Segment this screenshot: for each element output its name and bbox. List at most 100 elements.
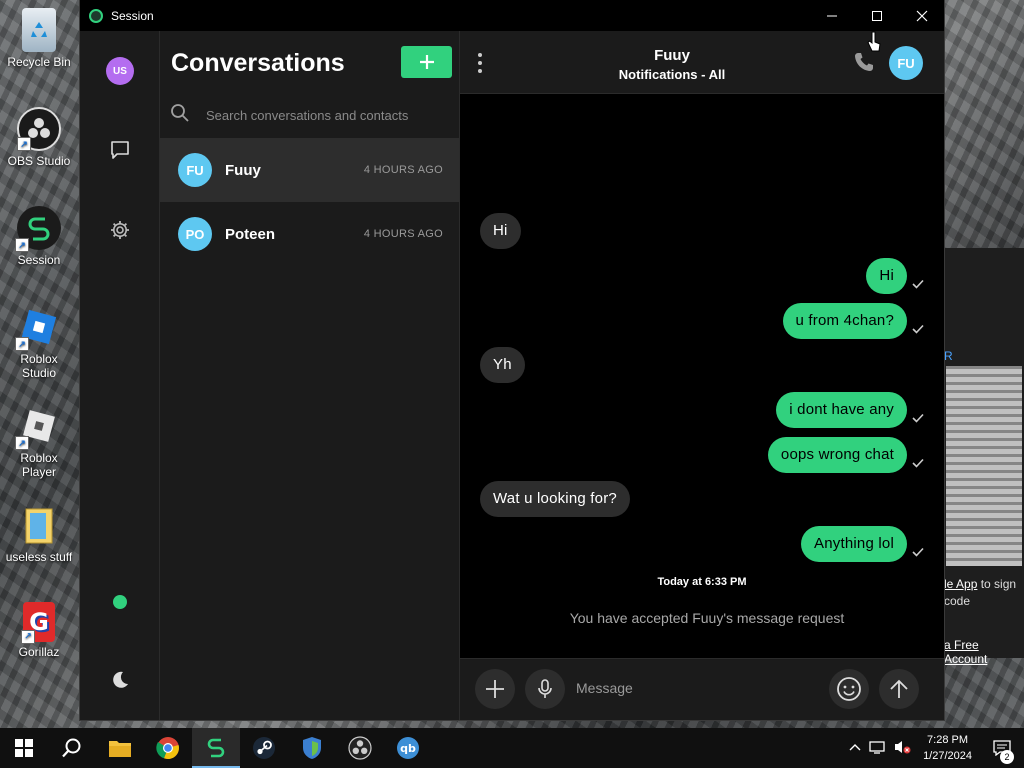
desktop-icon-label: Session bbox=[17, 253, 61, 267]
plus-icon bbox=[419, 55, 434, 69]
taskbar-search-button[interactable] bbox=[48, 728, 96, 768]
taskbar-steam[interactable] bbox=[240, 728, 288, 768]
message-bubble-outgoing[interactable]: i dont have any bbox=[776, 392, 907, 428]
steam-icon bbox=[253, 737, 275, 759]
session-app-icon bbox=[89, 8, 103, 23]
window-titlebar[interactable]: Session bbox=[80, 0, 944, 31]
clock-time: 7:28 PM bbox=[927, 734, 969, 746]
background-qr-code bbox=[946, 366, 1022, 566]
qbittorrent-icon: qb bbox=[397, 737, 419, 759]
desktop-icon-recycle-bin[interactable]: Recycle Bin bbox=[2, 8, 76, 69]
start-button[interactable] bbox=[0, 728, 48, 768]
left-navigation-rail: US bbox=[80, 31, 160, 720]
conversation-item-poteen[interactable]: PO Poteen 4 HOURS AGO bbox=[160, 202, 459, 266]
conversation-timestamp: 4 HOURS AGO bbox=[363, 228, 443, 240]
folder-icon bbox=[17, 503, 61, 547]
arrow-up-icon bbox=[890, 679, 908, 698]
maximize-icon bbox=[871, 10, 882, 21]
shield-icon bbox=[303, 737, 321, 759]
conversation-name: Fuuy bbox=[225, 161, 261, 179]
shortcut-arrow-icon: ↗ bbox=[15, 337, 29, 351]
notification-setting[interactable]: Notifications - All bbox=[460, 67, 884, 82]
desktop-icon-roblox-studio[interactable]: ↗ Roblox Studio bbox=[2, 305, 76, 380]
search-icon bbox=[170, 103, 192, 128]
search-icon bbox=[62, 738, 81, 758]
contact-avatar[interactable]: FU bbox=[889, 46, 923, 80]
taskbar-vpn[interactable] bbox=[288, 728, 336, 768]
emoji-icon bbox=[837, 677, 861, 701]
chat-title: Fuuy bbox=[654, 47, 690, 64]
message-input[interactable] bbox=[574, 679, 818, 697]
conversation-list-panel: Conversations FU Fuuy 4 HOURS AGO PO Pot… bbox=[160, 31, 460, 720]
read-check-icon bbox=[912, 279, 924, 289]
taskbar-qbittorrent[interactable]: qb bbox=[384, 728, 432, 768]
voice-message-button[interactable] bbox=[525, 669, 565, 709]
emoji-button[interactable] bbox=[829, 669, 869, 709]
show-hidden-icons-chevron-icon[interactable] bbox=[849, 742, 861, 754]
session-app-icon bbox=[207, 738, 225, 758]
message-bubble-incoming[interactable]: Yh bbox=[480, 347, 525, 383]
new-conversation-button[interactable] bbox=[401, 46, 452, 78]
read-check-icon bbox=[912, 547, 924, 557]
conversation-item-fuuy[interactable]: FU Fuuy 4 HOURS AGO bbox=[160, 138, 459, 202]
session-window: Session US Conversations Search conversa… bbox=[80, 0, 944, 720]
shortcut-arrow-icon: ↗ bbox=[17, 137, 31, 151]
moon-icon bbox=[113, 671, 128, 688]
message-bubble-outgoing[interactable]: oops wrong chat bbox=[767, 437, 907, 473]
attach-button[interactable] bbox=[475, 669, 515, 709]
volume-muted-icon[interactable] bbox=[893, 739, 911, 758]
notification-count-badge: 2 bbox=[1000, 750, 1014, 764]
obs-icon: ↗ bbox=[17, 107, 61, 151]
shortcut-arrow-icon: ↗ bbox=[15, 238, 29, 252]
mouse-pointer-icon bbox=[867, 31, 881, 52]
taskbar-chrome[interactable] bbox=[144, 728, 192, 768]
gorillaz-icon: G ↗ bbox=[21, 602, 55, 644]
avatar: PO bbox=[178, 217, 212, 251]
taskbar-session[interactable] bbox=[192, 728, 240, 768]
close-button[interactable] bbox=[899, 0, 944, 31]
message-bubble-outgoing[interactable]: Anything lol bbox=[801, 526, 907, 562]
maximize-button[interactable] bbox=[854, 0, 899, 31]
background-link[interactable]: le App bbox=[944, 577, 977, 591]
taskbar-obs-studio[interactable] bbox=[336, 728, 384, 768]
minimize-button[interactable] bbox=[809, 0, 854, 31]
desktop-icon-session[interactable]: ↗ Session bbox=[2, 206, 76, 267]
search-bar bbox=[160, 94, 459, 136]
background-text: R bbox=[944, 349, 953, 363]
date-separator: Today at 6:33 PM bbox=[657, 576, 747, 588]
shortcut-arrow-icon: ↗ bbox=[21, 630, 35, 644]
network-icon[interactable] bbox=[869, 739, 887, 758]
desktop-icon-useless-stuff[interactable]: useless stuff bbox=[2, 503, 76, 564]
system-clock[interactable]: 7:28 PM 1/27/2024 bbox=[923, 732, 972, 764]
microphone-icon bbox=[538, 679, 552, 698]
desktop-icon-label: Gorillaz bbox=[18, 645, 60, 659]
call-button[interactable] bbox=[853, 51, 875, 78]
desktop-icon-roblox-player[interactable]: ↗ Roblox Player bbox=[2, 404, 76, 479]
taskbar: qb 7:28 PM 1/27/2024 2 bbox=[0, 728, 1024, 768]
search-input[interactable] bbox=[204, 106, 448, 124]
message-bubble-icon bbox=[111, 141, 129, 159]
windows-logo-icon bbox=[15, 739, 33, 757]
desktop-icon-gorillaz[interactable]: G ↗ Gorillaz bbox=[2, 602, 76, 659]
profile-avatar[interactable]: US bbox=[106, 57, 134, 85]
session-app-icon: ↗ bbox=[15, 206, 61, 252]
desktop-icon-obs-studio[interactable]: ↗ OBS Studio bbox=[2, 107, 76, 168]
roblox-player-icon: ↗ bbox=[15, 404, 61, 450]
send-button[interactable] bbox=[879, 669, 919, 709]
message-bubble-incoming[interactable]: Hi bbox=[480, 213, 521, 249]
phone-icon bbox=[855, 53, 873, 71]
read-check-icon bbox=[912, 413, 924, 423]
shortcut-arrow-icon: ↗ bbox=[15, 436, 29, 450]
background-link[interactable]: a Free Account bbox=[944, 638, 1024, 666]
theme-toggle-button[interactable] bbox=[107, 667, 133, 693]
folder-icon bbox=[109, 741, 131, 757]
message-bubble-incoming[interactable]: Wat u looking for? bbox=[480, 481, 630, 517]
message-bubble-outgoing[interactable]: Hi bbox=[866, 258, 907, 294]
settings-nav-button[interactable] bbox=[107, 217, 133, 243]
taskbar-file-explorer[interactable] bbox=[96, 728, 144, 768]
messages-nav-button[interactable] bbox=[107, 137, 133, 163]
conversation-name: Poteen bbox=[225, 225, 276, 243]
message-bubble-outgoing[interactable]: u from 4chan? bbox=[782, 303, 907, 339]
desktop-icon-label: Recycle Bin bbox=[7, 55, 71, 69]
obs-icon bbox=[348, 736, 372, 760]
